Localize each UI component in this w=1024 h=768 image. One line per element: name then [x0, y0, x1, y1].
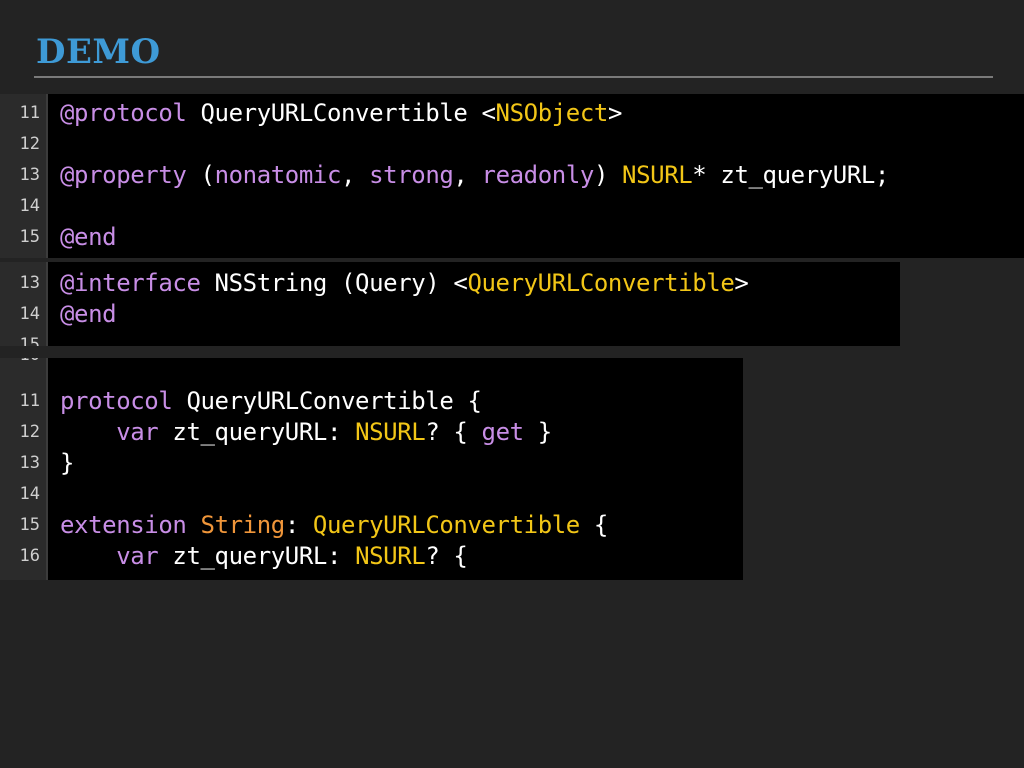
code-token: QueryURLConvertible < — [186, 99, 496, 127]
code-line: 12 var zt_queryURL: NSURL? { get } — [0, 417, 743, 448]
code-block-objc-protocol: 11 @protocol QueryURLConvertible <NSObjec… — [0, 94, 1024, 258]
slide-title: DEMO — [36, 32, 161, 72]
code-text: protocol QueryURLConvertible { — [60, 386, 482, 417]
line-number: 11 — [19, 391, 40, 411]
line-number-partial: 10 — [0, 358, 40, 371]
code-token: strong — [369, 161, 454, 189]
code-token: > — [734, 269, 749, 297]
line-number: 15 — [19, 515, 40, 535]
code-text: var zt_queryURL: NSURL? { get } — [60, 417, 552, 448]
code-text: @end — [60, 299, 117, 330]
line-number: 13 — [19, 453, 40, 473]
line-number: 13 — [19, 165, 40, 185]
code-token: > — [607, 99, 623, 127]
code-token: } — [523, 418, 552, 446]
code-line: 13} — [0, 448, 743, 479]
code-token: : — [284, 511, 313, 539]
code-line: 15 @end — [0, 222, 1024, 253]
code-token: ? { — [425, 418, 482, 446]
line-number: 14 — [19, 196, 40, 216]
code-token: extension — [60, 511, 187, 539]
code-token: ) — [593, 161, 623, 189]
code-token: var — [116, 418, 159, 446]
code-text: @interface NSString (Query) <QueryURLCon… — [60, 268, 749, 299]
code-token: { — [579, 511, 608, 539]
code-token: NSString (Query) < — [200, 269, 468, 297]
code-token: var — [116, 542, 159, 570]
code-token: protocol — [60, 387, 173, 415]
code-text: @end — [60, 222, 117, 253]
code-token: QueryURLConvertible — [467, 269, 735, 297]
code-token: @end — [60, 300, 117, 328]
code-line: 14 — [0, 479, 743, 510]
code-token: , — [341, 161, 370, 189]
code-line: 13 @property (nonatomic, strong, readonly… — [0, 160, 1024, 191]
line-number: 16 — [19, 546, 40, 566]
code-token: @protocol — [60, 99, 187, 127]
code-token: NSURL — [355, 542, 426, 570]
code-token: @end — [60, 223, 117, 251]
line-number: 14 — [19, 484, 40, 504]
code-text: } — [60, 448, 74, 479]
code-token: ? { — [425, 542, 468, 570]
code-token: get — [481, 418, 525, 446]
code-token: String — [200, 511, 286, 539]
title-divider — [34, 76, 993, 78]
line-number: 14 — [19, 304, 40, 324]
code-line: 13 @interface NSString (Query) <QueryURLC… — [0, 268, 900, 299]
code-text: @protocol QueryURLConvertible <NSObject> — [60, 98, 622, 129]
line-number: 11 — [19, 103, 40, 123]
code-line: 15 extension String: QueryURLConvertible … — [0, 510, 743, 541]
code-line: 14 — [0, 191, 1024, 222]
code-text: @property (nonatomic, strong, readonly) … — [60, 160, 889, 191]
line-number: 12 — [19, 134, 40, 154]
code-token: ( — [186, 161, 215, 189]
line-number-partial: 15 — [19, 335, 40, 346]
code-text: extension String: QueryURLConvertible { — [60, 510, 608, 541]
code-block-objc-interface: 13 @interface NSString (Query) <QueryURLC… — [0, 262, 900, 346]
code-block-swift: 1011protocol QueryURLConvertible {12 var… — [0, 358, 743, 580]
code-text: var zt_queryURL: NSURL? { — [60, 541, 468, 572]
code-token: zt_queryURL: — [158, 542, 356, 570]
code-token: NSURL — [355, 418, 426, 446]
code-line: 11 protocol QueryURLConvertible { — [0, 386, 743, 417]
line-number: 12 — [19, 422, 40, 442]
code-token: QueryURLConvertible { — [172, 387, 482, 415]
line-number: 15 — [19, 227, 40, 247]
code-line: 11 @protocol QueryURLConvertible <NSObjec… — [0, 98, 1024, 129]
code-line: 12 — [0, 129, 1024, 160]
code-token: @interface — [60, 269, 201, 297]
code-line: 14 @end — [0, 299, 900, 330]
code-token: * zt_queryURL; — [692, 161, 889, 189]
code-token: NSURL — [622, 161, 693, 189]
code-token: } — [60, 449, 75, 477]
code-token: @property — [60, 161, 187, 189]
code-token: , — [453, 161, 482, 189]
code-token: zt_queryURL: — [158, 418, 356, 446]
line-number: 13 — [19, 273, 40, 293]
code-token: readonly — [481, 161, 595, 189]
code-token: QueryURLConvertible — [312, 511, 580, 539]
code-token: NSObject — [495, 99, 609, 127]
code-token: nonatomic — [214, 161, 342, 189]
code-line: 16 var zt_queryURL: NSURL? { — [0, 541, 743, 572]
